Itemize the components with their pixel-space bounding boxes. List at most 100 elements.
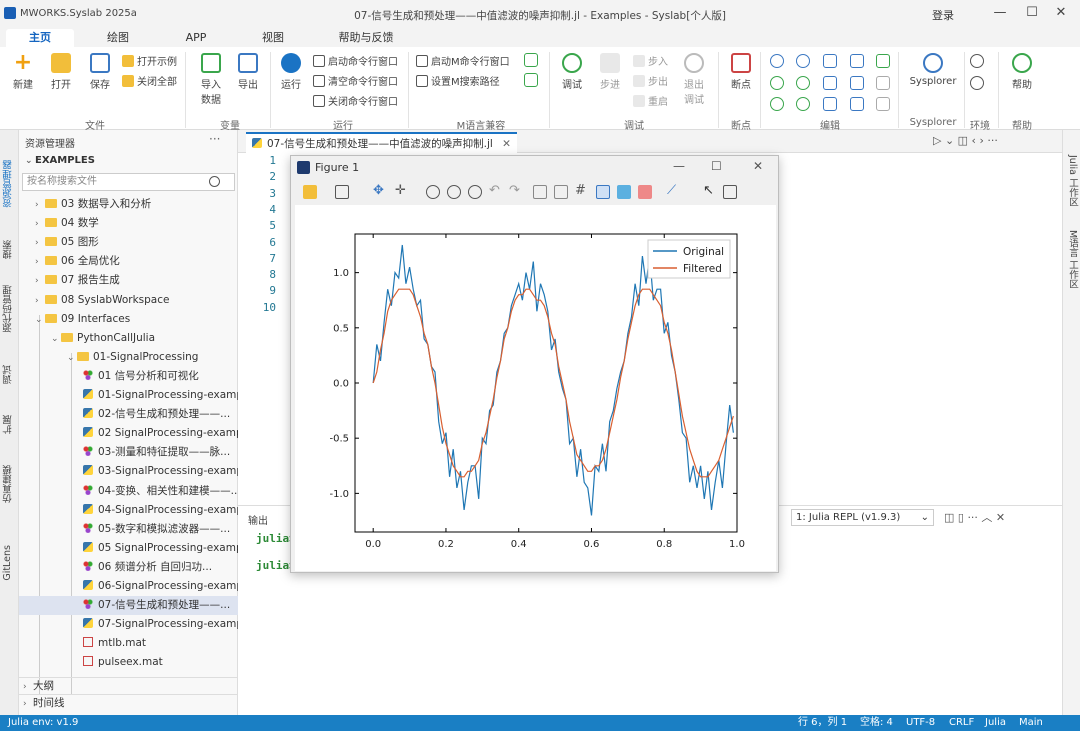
tree-file[interactable]: 03-测量和特征提取——脉... [19, 443, 238, 462]
tree-file[interactable]: 02-信号生成和预处理——... [19, 405, 238, 424]
more-icon[interactable]: ··· [209, 132, 220, 146]
close-cmd-button[interactable]: 关闭命令行窗口 [313, 93, 398, 108]
start-m-cmd-button[interactable]: 启动M命令行窗口 [416, 53, 510, 68]
tree-folder[interactable]: › 06 全局优化 [19, 252, 238, 271]
property-editor-icon[interactable] [723, 185, 737, 199]
tree-folder[interactable]: › 05 图形 [19, 233, 238, 252]
zoom-in-icon[interactable] [426, 185, 440, 199]
undo-icon[interactable]: ↶ [489, 184, 503, 199]
data-cursor-icon[interactable]: ✛ [395, 184, 409, 199]
figure-close-icon[interactable]: ✕ [753, 159, 763, 173]
tree-file[interactable]: 07-SignalProcessing-examp... [19, 615, 238, 634]
open-example-button[interactable]: 打开示例 [122, 53, 177, 68]
run-file-icon[interactable]: ▷ ⌄ ◫ ‹ › ··· [933, 134, 998, 147]
save-icon[interactable] [335, 185, 349, 199]
tab-app[interactable]: APP [168, 29, 224, 47]
open-button[interactable]: 打开 [46, 53, 76, 91]
bookmark-icon[interactable] [823, 97, 837, 111]
julia-workspace-tab[interactable]: Julia 工作区 [1065, 155, 1079, 206]
rotate-icon[interactable] [533, 185, 547, 199]
breakpoint-button[interactable]: 断点 [727, 53, 755, 91]
tree-file[interactable]: 04-SignalProcessing-examp... [19, 501, 238, 520]
timeline-section[interactable]: › 时间线 [19, 694, 238, 711]
close-all-button[interactable]: 关闭全部 [122, 73, 177, 88]
run-button[interactable]: 运行 [279, 53, 303, 91]
outline-section[interactable]: › 大纲 [19, 677, 238, 694]
login-link[interactable]: 登录 [932, 7, 954, 23]
edit-icon-11[interactable] [770, 97, 784, 111]
maximize-icon[interactable]: ☐ [1019, 3, 1045, 23]
minimize-icon[interactable]: — [987, 3, 1013, 23]
redo-icon[interactable]: ↷ [509, 184, 523, 199]
tree-file[interactable]: pulseex.mat [19, 653, 238, 672]
tree-file[interactable]: 04-变换、相关性和建模——... [19, 482, 238, 501]
close-icon[interactable]: ✕ [1048, 3, 1074, 23]
step-out-button[interactable]: 步出 [633, 73, 668, 88]
activity-debug[interactable]: 调试 [2, 365, 17, 384]
set-m-path-button[interactable]: 设置M搜索路径 [416, 73, 500, 88]
sysplorer-button[interactable]: Sysplorer [905, 53, 961, 87]
edit-icon-15[interactable] [876, 97, 890, 111]
tree-file[interactable]: 03-SignalProcessing-examp... [19, 462, 238, 481]
zoom-out-icon[interactable] [447, 185, 461, 199]
pan-icon[interactable]: ✥ [373, 184, 387, 199]
tree-file[interactable]: 05-数字和模拟滤波器——... [19, 520, 238, 539]
tree-folder[interactable]: › 03 数据导入和分析 [19, 195, 238, 214]
tree-file[interactable]: 01 信号分析和可视化 [19, 367, 238, 386]
save-button[interactable]: 保存 [85, 53, 115, 91]
edit-icon-7[interactable] [796, 76, 810, 90]
edit-icon-12[interactable] [796, 97, 810, 111]
tree-file[interactable]: 02 SignalProcessing-examp... [19, 424, 238, 443]
restart-button[interactable]: 重启 [633, 93, 668, 108]
figure-minimize-icon[interactable]: — [673, 159, 685, 173]
tree-folder[interactable]: › 08 SyslabWorkspace [19, 291, 238, 310]
grid-icon[interactable]: # [575, 184, 589, 199]
zoom-fit-icon[interactable] [468, 185, 482, 199]
tree-file[interactable]: 07-信号生成和预处理——... [19, 596, 238, 616]
repl-selector[interactable]: 1: Julia REPL (v1.9.3) ⌄ [791, 509, 934, 526]
branch-status[interactable]: Main [1019, 715, 1043, 731]
language-status[interactable]: Julia [985, 715, 1006, 731]
figure-maximize-icon[interactable]: ☐ [711, 159, 722, 173]
activity-search[interactable]: 搜索 [2, 240, 17, 259]
start-cmd-button[interactable]: 启动命令行窗口 [313, 53, 398, 68]
tree-folder[interactable]: ⌄ PythonCallJulia [19, 329, 238, 348]
m-editor-icon[interactable] [524, 53, 538, 67]
step-in-button[interactable]: 步入 [633, 53, 668, 68]
edit-icon-2[interactable] [796, 54, 810, 68]
edit-icon-6[interactable] [770, 76, 784, 90]
edit-icon-10[interactable] [876, 76, 890, 90]
tab-home[interactable]: 主页 [6, 29, 74, 47]
bookmark-icon[interactable] [850, 97, 864, 111]
import-data-button[interactable]: 导入 数据 [197, 53, 225, 106]
panel-actions-icon[interactable]: ◫ ▯ ··· ︿ ✕ [944, 509, 1005, 525]
tree-folder[interactable]: ⌄ 01-SignalProcessing [19, 348, 238, 367]
m-file-icon[interactable] [524, 73, 538, 87]
output-tab[interactable]: 输出 [248, 512, 268, 527]
colorbar-icon[interactable] [554, 185, 568, 199]
step-button[interactable]: 步进 [596, 53, 624, 91]
editor-tab[interactable]: 07-信号生成和预处理——中值滤波的噪声抑制.jl ✕ [246, 132, 517, 153]
layout-icon[interactable] [617, 185, 631, 199]
help-button[interactable]: 帮助 [1008, 53, 1036, 91]
line-tool-icon[interactable]: ⟋ [667, 184, 681, 199]
activity-gitlens[interactable]: GitLens [2, 545, 17, 581]
clear-cmd-button[interactable]: 清空命令行窗口 [313, 73, 398, 88]
edit-icon-5[interactable] [876, 54, 890, 68]
tab-plot[interactable]: 绘图 [88, 29, 148, 47]
globe-icon[interactable] [970, 76, 984, 90]
tree-folder[interactable]: ⌄ 09 Interfaces [19, 310, 238, 329]
activity-explorer[interactable]: 资源管理器 [2, 160, 17, 208]
cursor-position[interactable]: 行 6，列 1 [798, 715, 847, 731]
bookmark-icon[interactable] [850, 54, 864, 68]
explorer-root[interactable]: ⌄ EXAMPLES [25, 155, 95, 166]
eol-status[interactable]: CRLF [949, 715, 974, 731]
tree-file[interactable]: 01-SignalProcessing-examp... [19, 386, 238, 405]
colormap-icon[interactable] [638, 185, 652, 199]
pointer-icon[interactable]: ↖ [703, 184, 717, 199]
debug-button[interactable]: 调试 [558, 53, 586, 91]
file-filter-input[interactable]: 按名称搜索文件 [22, 173, 235, 191]
legend-icon[interactable] [596, 185, 610, 199]
tree-folder[interactable]: › 04 数学 [19, 214, 238, 233]
indent-status[interactable]: 空格: 4 [860, 715, 893, 731]
